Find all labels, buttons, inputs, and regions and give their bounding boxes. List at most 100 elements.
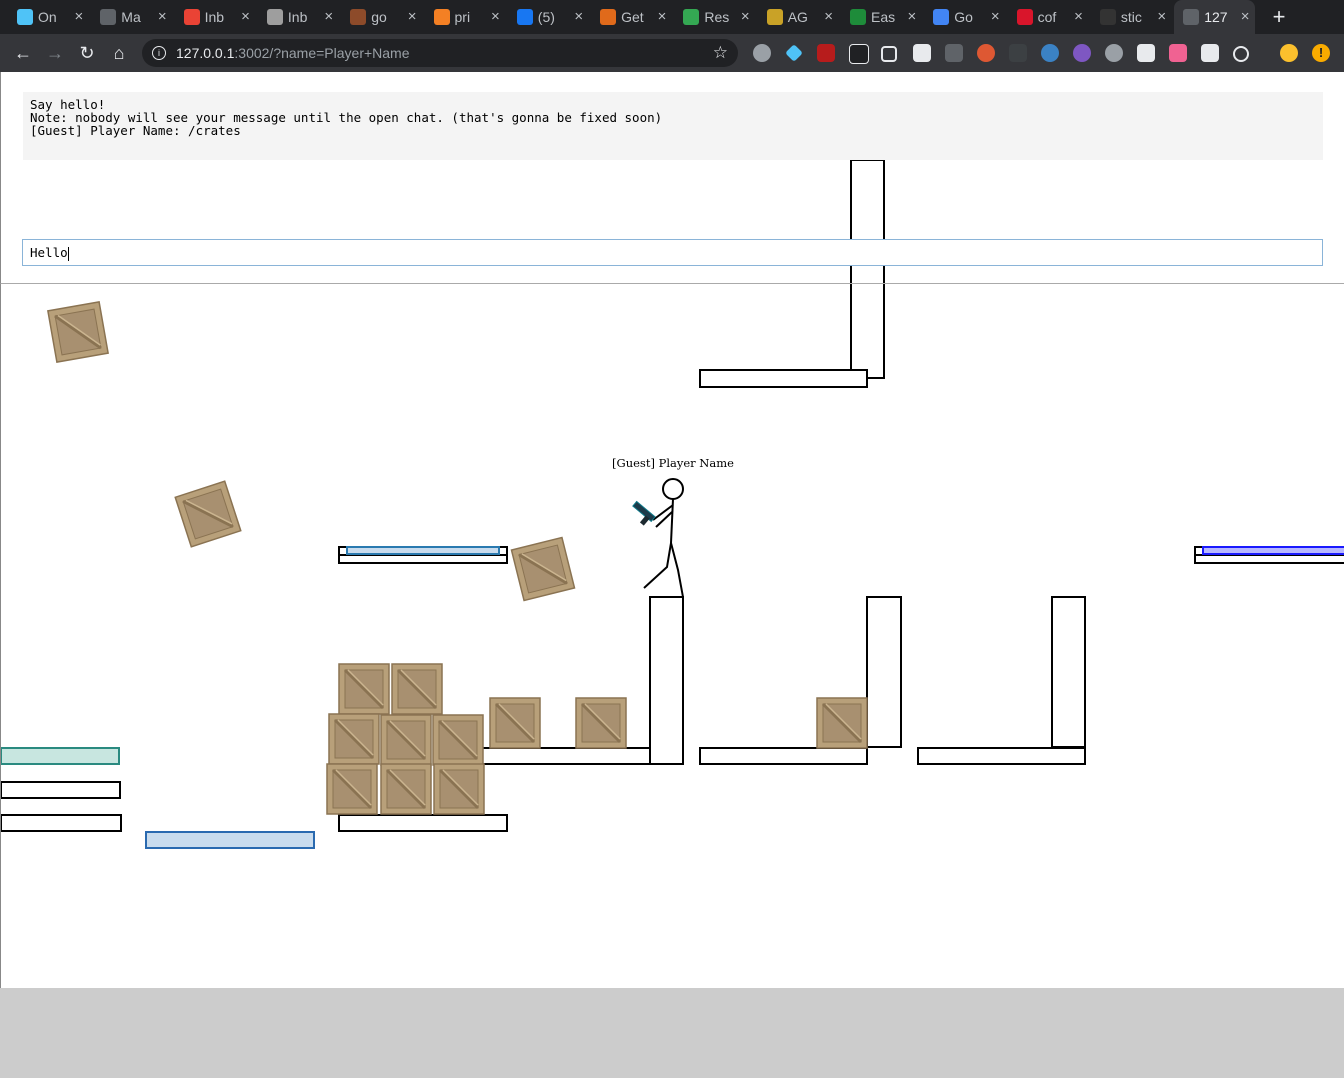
extension-icon[interactable]	[1009, 44, 1027, 62]
extension-icon[interactable]	[1169, 44, 1187, 62]
ice-platform	[346, 546, 500, 555]
browser-tab[interactable]: Eas ×	[841, 4, 922, 30]
browser-tab[interactable]: Go ×	[924, 4, 1005, 30]
site-info-icon[interactable]: i	[152, 46, 166, 60]
copy-icon[interactable]	[881, 46, 897, 62]
close-tab-icon[interactable]: ×	[1074, 4, 1083, 30]
tab-title: Eas	[871, 9, 896, 25]
platform-cap	[338, 546, 348, 556]
extension-icon[interactable]	[945, 44, 963, 62]
home-icon[interactable]: ⌂	[108, 42, 130, 64]
wall	[1051, 596, 1086, 748]
close-tab-icon[interactable]: ×	[75, 4, 84, 30]
crate	[391, 663, 443, 715]
browser-tab[interactable]: Inb ×	[258, 4, 339, 30]
browser-tab[interactable]: On ×	[8, 4, 89, 30]
extension-icon[interactable]	[1137, 44, 1155, 62]
tab-title: 127	[1204, 9, 1228, 25]
profile-avatar[interactable]	[1280, 44, 1298, 62]
url-text: 127.0.0.1:3002/?name=Player+Name	[176, 39, 410, 67]
stick-figure-player	[643, 478, 684, 598]
crate	[432, 714, 484, 766]
crate	[328, 713, 380, 765]
tab-title: Inb	[204, 9, 225, 25]
platform-cap	[498, 546, 508, 556]
back-icon[interactable]: ←	[12, 42, 34, 64]
browser-tab[interactable]: 127 ×	[1174, 0, 1256, 34]
chat-input-value: Hello	[30, 245, 68, 260]
close-tab-icon[interactable]: ×	[408, 4, 417, 30]
close-tab-icon[interactable]: ×	[324, 4, 333, 30]
close-tab-icon[interactable]: ×	[574, 4, 583, 30]
crate	[47, 301, 109, 363]
extension-icon[interactable]	[753, 44, 771, 62]
crate	[575, 697, 627, 749]
extension-icon[interactable]	[913, 44, 931, 62]
reload-icon[interactable]: ↻	[76, 42, 98, 64]
tab-title: go	[371, 9, 387, 25]
browser-tab[interactable]: Ma ×	[91, 4, 172, 30]
tab-title: On	[38, 9, 57, 25]
extension-icon[interactable]	[1073, 44, 1091, 62]
browser-tab[interactable]: Res ×	[674, 4, 755, 30]
browser-tab[interactable]: Inb ×	[175, 4, 256, 30]
tab-title: Inb	[287, 9, 308, 25]
crate	[510, 536, 576, 602]
close-tab-icon[interactable]: ×	[1241, 0, 1250, 34]
ice-platform	[145, 831, 315, 849]
tab-title: pri	[454, 9, 471, 25]
page-footer-area	[0, 988, 1344, 1078]
crate	[174, 480, 242, 548]
etsy-icon	[600, 9, 617, 25]
github-icon	[1099, 9, 1116, 25]
close-tab-icon[interactable]: ×	[824, 4, 833, 30]
platform	[917, 747, 1086, 765]
close-tab-icon[interactable]: ×	[491, 4, 500, 30]
page-icon	[1183, 9, 1200, 25]
text-caret	[67, 246, 69, 261]
crate	[380, 763, 432, 815]
crate	[816, 697, 868, 749]
address-bar[interactable]: i 127.0.0.1:3002/?name=Player+Name ☆	[142, 39, 738, 67]
platform	[699, 369, 868, 388]
chat-input[interactable]: Hello	[22, 239, 1323, 266]
browser-tab[interactable]: stic ×	[1091, 4, 1172, 30]
close-tab-icon[interactable]: ×	[658, 4, 667, 30]
ublock-icon[interactable]	[817, 44, 835, 62]
gun-icon	[632, 500, 656, 526]
tab-title: Get	[621, 9, 644, 25]
browser-tab[interactable]: go ×	[341, 4, 422, 30]
calendar-icon	[933, 9, 950, 25]
update-alert-icon[interactable]: !	[1312, 44, 1330, 62]
duckduckgo-icon[interactable]	[977, 44, 995, 62]
browser-tab[interactable]: pri ×	[425, 4, 506, 30]
extension-icon[interactable]	[1201, 44, 1219, 62]
player-arm	[652, 504, 674, 521]
extension-icon[interactable]	[849, 44, 869, 64]
slides-icon	[766, 9, 783, 25]
browser-tab[interactable]: Get ×	[591, 4, 672, 30]
close-tab-icon[interactable]: ×	[741, 4, 750, 30]
platform	[1, 814, 122, 832]
chat-log: Say hello! Note: nobody will see your me…	[23, 92, 1323, 160]
bookmark-star-icon[interactable]: ☆	[713, 39, 728, 67]
browser-tab[interactable]: cof ×	[1008, 4, 1089, 30]
new-tab-button[interactable]: +	[1266, 5, 1292, 29]
extension-icon[interactable]	[1105, 44, 1123, 62]
chat-panel: Say hello! Note: nobody will see your me…	[0, 72, 1344, 284]
drive-icon	[683, 9, 700, 25]
browser-tab[interactable]: (5) ×	[508, 4, 589, 30]
forward-icon[interactable]: →	[44, 42, 66, 64]
globe-icon[interactable]	[1041, 44, 1059, 62]
browser-tab[interactable]: AG ×	[758, 4, 839, 30]
close-tab-icon[interactable]: ×	[908, 4, 917, 30]
close-tab-icon[interactable]: ×	[241, 4, 250, 30]
close-tab-icon[interactable]: ×	[158, 4, 167, 30]
extension-icon[interactable]	[1233, 46, 1249, 62]
diamond-extension-icon[interactable]	[785, 44, 803, 62]
document-icon	[100, 9, 117, 25]
close-tab-icon[interactable]: ×	[1157, 4, 1166, 30]
player-arm	[655, 511, 673, 528]
close-tab-icon[interactable]: ×	[991, 4, 1000, 30]
platform	[338, 814, 508, 832]
